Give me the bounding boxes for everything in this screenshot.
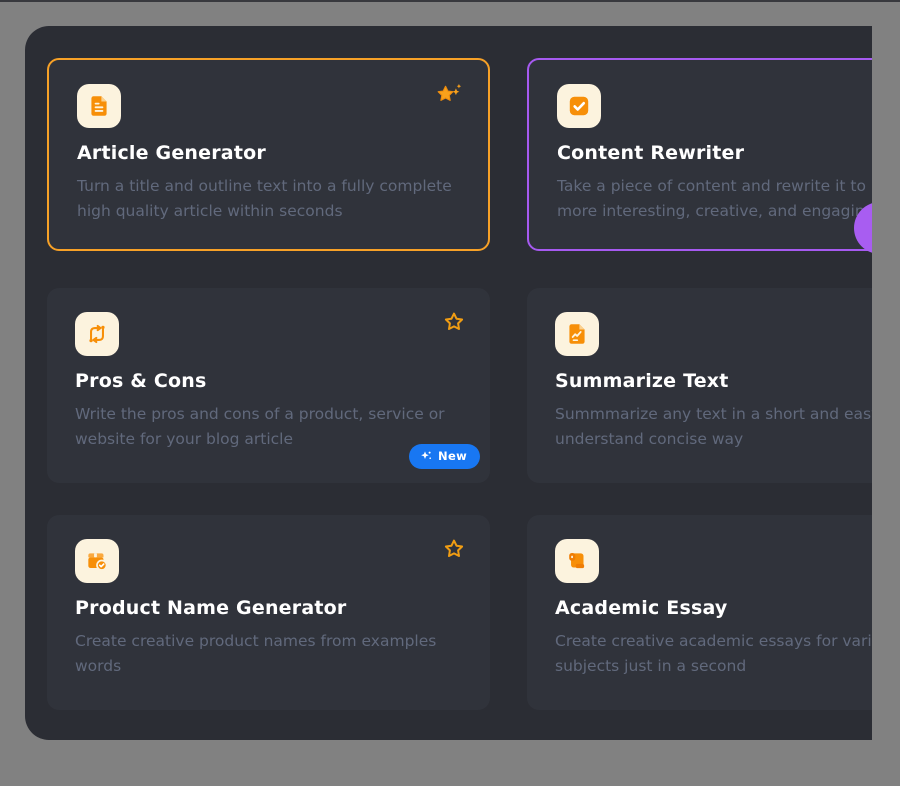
card-title: Product Name Generator xyxy=(75,596,462,620)
article-document-icon xyxy=(77,84,121,128)
favorite-star-icon[interactable] xyxy=(436,310,466,338)
tool-card-academic-essay[interactable]: Academic Essay Create creative academic … xyxy=(527,515,900,710)
tool-card-pros-cons[interactable]: Pros & Cons Write the pros and cons of a… xyxy=(47,288,490,483)
tool-card-product-name-generator[interactable]: Product Name Generator Create creative p… xyxy=(47,515,490,710)
card-title: Academic Essay xyxy=(555,596,900,620)
tool-card-summarize-text[interactable]: Summarize Text Summmarize any text in a … xyxy=(527,288,900,483)
card-description: Create creative product names from examp… xyxy=(75,629,462,678)
tool-card-article-generator[interactable]: Article Generator Turn a title and outli… xyxy=(47,58,490,251)
swap-arrows-icon xyxy=(75,312,119,356)
favorite-magic-star-icon[interactable] xyxy=(434,82,464,110)
favorite-star-icon[interactable] xyxy=(436,537,466,565)
package-check-icon xyxy=(75,539,119,583)
viewport-right-gutter xyxy=(872,0,900,786)
card-description: Take a piece of content and rewrite it t… xyxy=(557,174,900,223)
sparkle-icon xyxy=(420,450,432,462)
new-badge: New xyxy=(409,444,480,469)
card-title: Article Generator xyxy=(77,141,460,165)
tools-grid-page: Article Generator Turn a title and outli… xyxy=(25,26,900,740)
card-description: Summmarize any text in a short and easy … xyxy=(555,402,900,451)
card-description: Write the pros and cons of a product, se… xyxy=(75,402,462,451)
card-description: Turn a title and outline text into a ful… xyxy=(77,174,460,223)
check-square-icon xyxy=(557,84,601,128)
card-description: Create creative academic essays for vari… xyxy=(555,629,900,678)
new-badge-label: New xyxy=(438,449,467,463)
card-title: Content Rewriter xyxy=(557,141,900,165)
scroll-icon xyxy=(555,539,599,583)
window-top-edge xyxy=(0,0,900,2)
tool-card-content-rewriter[interactable]: Content Rewriter Take a piece of content… xyxy=(527,58,900,251)
summary-document-icon xyxy=(555,312,599,356)
card-title: Pros & Cons xyxy=(75,369,462,393)
card-title: Summarize Text xyxy=(555,369,900,393)
